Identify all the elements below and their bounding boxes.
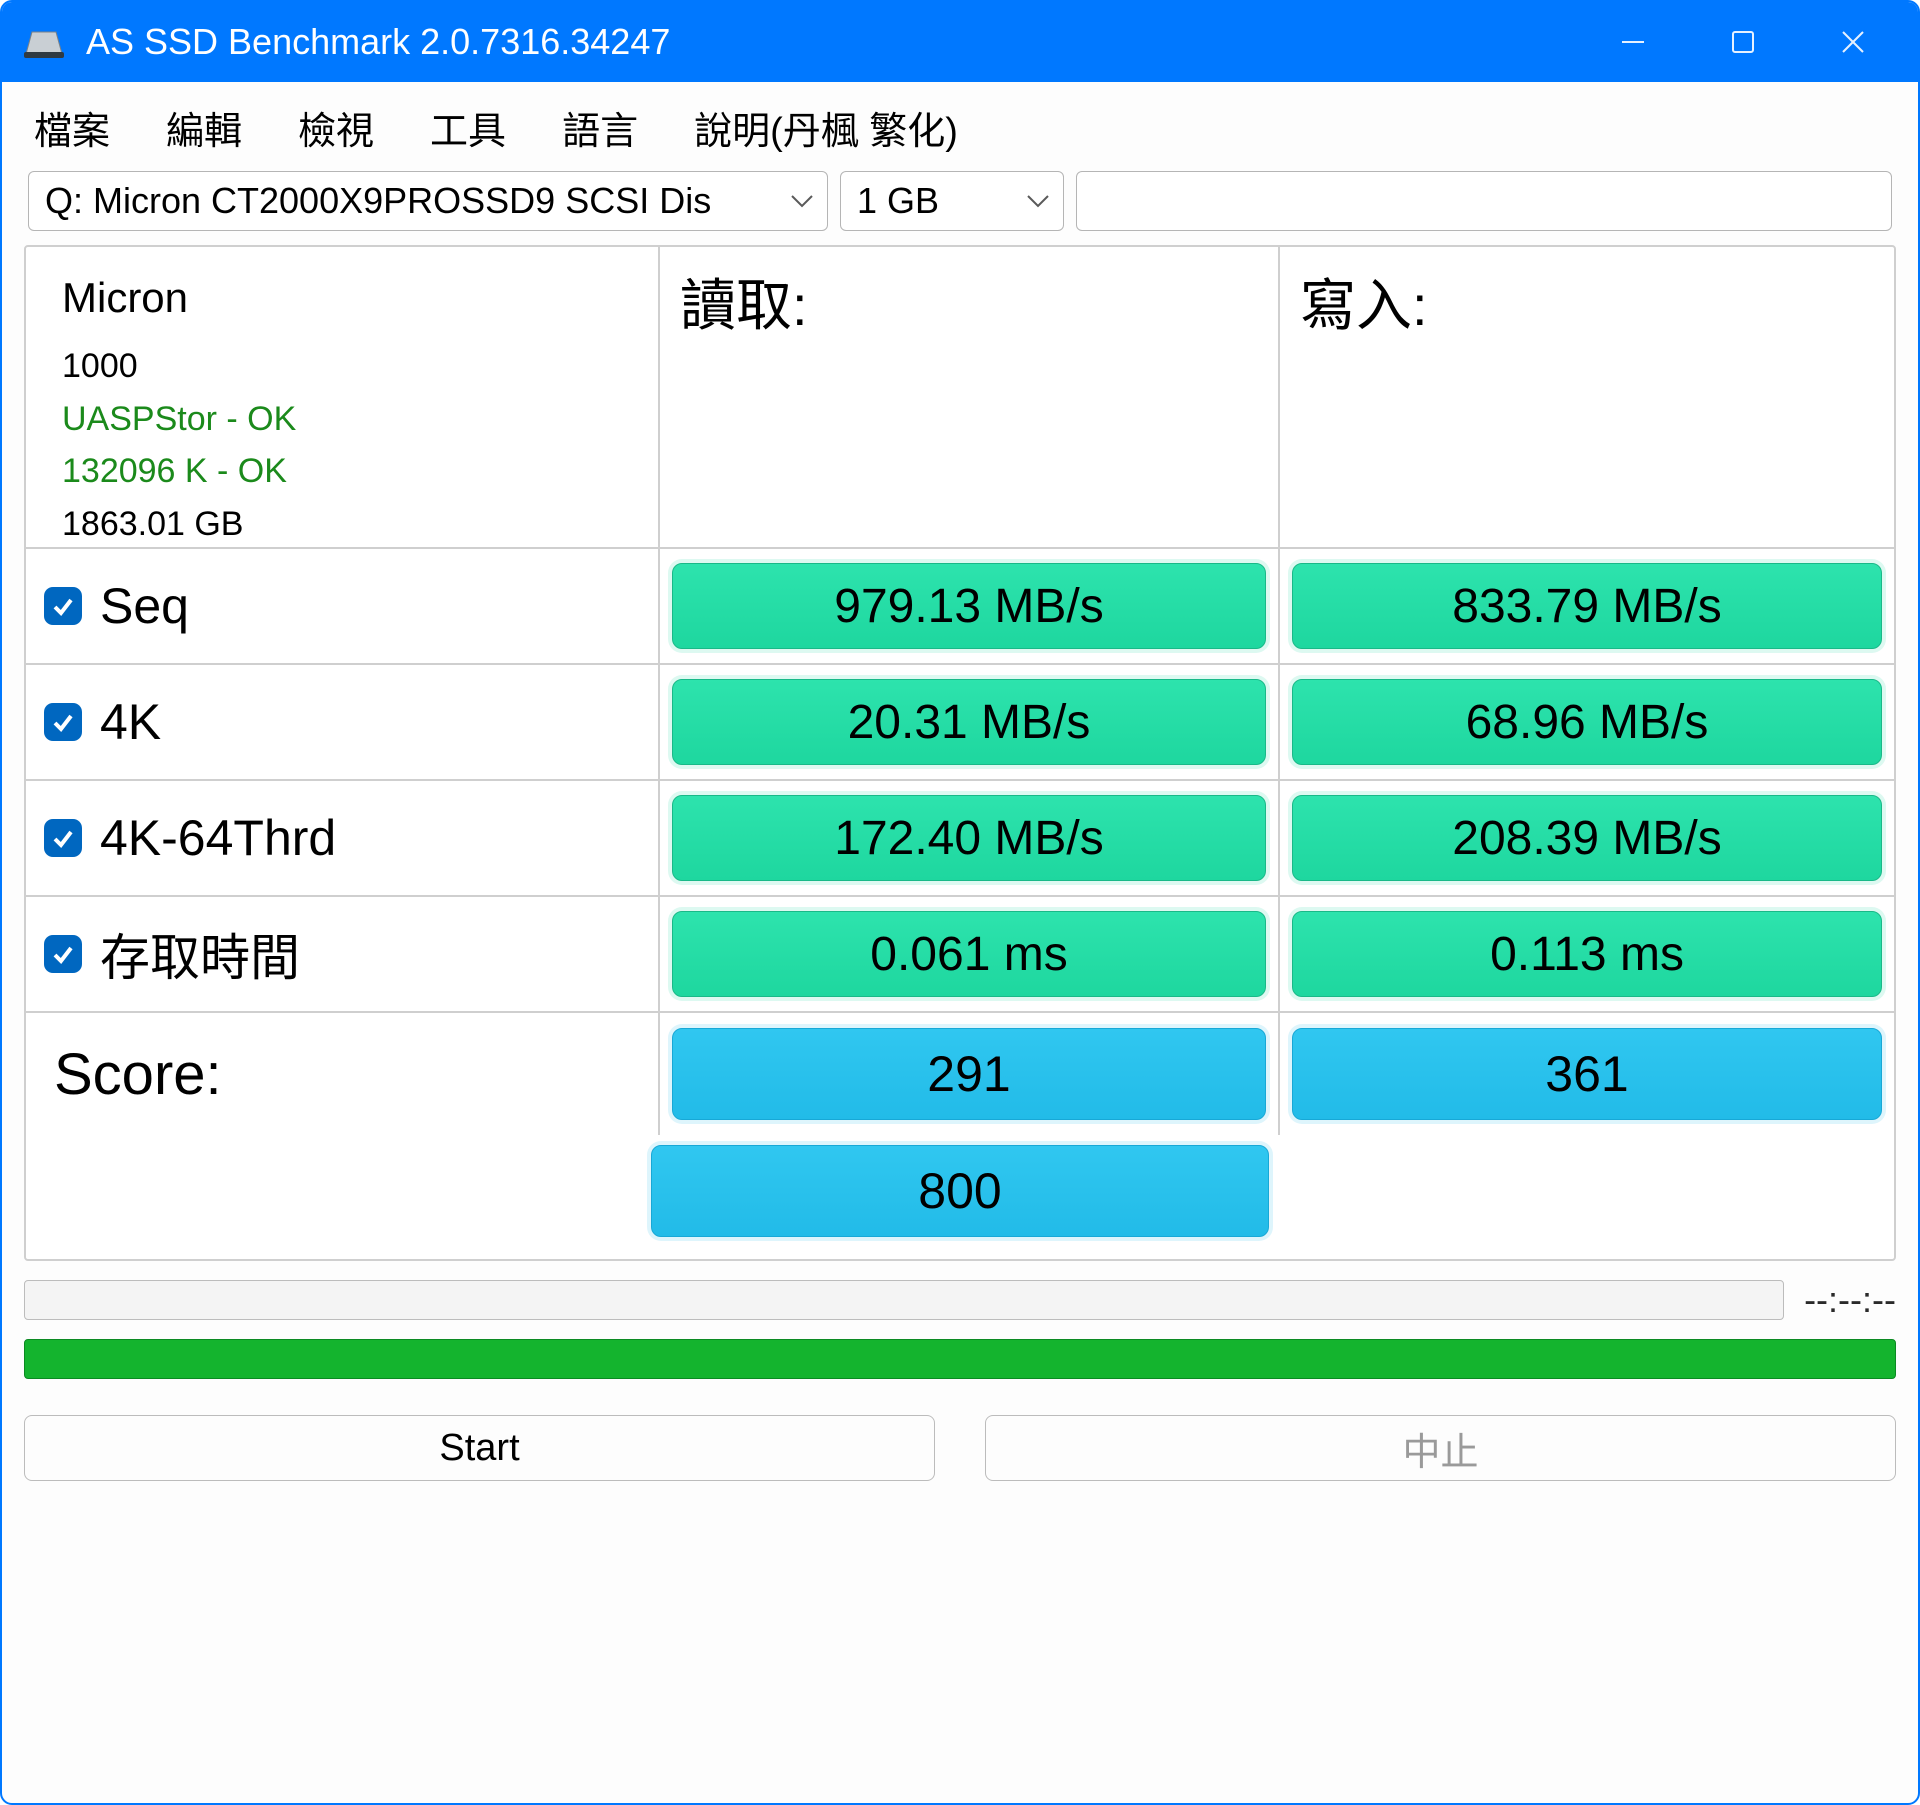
- label-seq: Seq: [100, 577, 189, 635]
- drive-info: Micron 1000 UASPStor - OK 132096 K - OK …: [26, 247, 660, 547]
- access-read: 0.061 ms: [672, 911, 1265, 997]
- maximize-button[interactable]: [1688, 2, 1798, 82]
- 4k64-read: 172.40 MB/s: [672, 795, 1265, 881]
- drive-select[interactable]: Q: Micron CT2000X9PROSSD9 SCSI Dis: [28, 171, 828, 231]
- row-access: 存取時間 0.061 ms 0.113 ms: [26, 895, 1894, 1011]
- header-write: 寫入:: [1280, 247, 1894, 547]
- checkbox-seq[interactable]: [44, 587, 82, 625]
- minimize-button[interactable]: [1578, 2, 1688, 82]
- checkbox-4k64[interactable]: [44, 819, 82, 857]
- menu-file[interactable]: 檔案: [34, 100, 110, 155]
- seq-write: 833.79 MB/s: [1292, 563, 1881, 649]
- info-capacity: 1863.01 GB: [62, 498, 243, 551]
- checkbox-access[interactable]: [44, 935, 82, 973]
- row-4k: 4K 20.31 MB/s 68.96 MB/s: [26, 663, 1894, 779]
- bottom-buttons: Start 中止: [24, 1415, 1896, 1481]
- elapsed-timer: --:--:--: [1804, 1279, 1896, 1321]
- score-total: 800: [651, 1145, 1269, 1237]
- seq-read: 979.13 MB/s: [672, 563, 1265, 649]
- size-select-value: 1 GB: [857, 180, 939, 222]
- info-row: Micron 1000 UASPStor - OK 132096 K - OK …: [26, 247, 1894, 547]
- start-button[interactable]: Start: [24, 1415, 935, 1481]
- label-access: 存取時間: [100, 918, 300, 990]
- row-score: Score: 291 361: [26, 1011, 1894, 1135]
- app-window: AS SSD Benchmark 2.0.7316.34247 檔案 編輯 檢視…: [0, 0, 1920, 1805]
- selector-row: Q: Micron CT2000X9PROSSD9 SCSI Dis 1 GB: [2, 165, 1918, 245]
- results-table: Micron 1000 UASPStor - OK 132096 K - OK …: [24, 245, 1896, 1261]
- progress-bar-complete: [24, 1339, 1896, 1379]
- drive-select-value: Q: Micron CT2000X9PROSSD9 SCSI Dis: [45, 180, 711, 222]
- info-mfr: Micron: [62, 265, 188, 330]
- 4k-read: 20.31 MB/s: [672, 679, 1265, 765]
- menu-edit[interactable]: 編輯: [166, 100, 242, 155]
- app-icon: [22, 24, 66, 60]
- abort-button[interactable]: 中止: [985, 1415, 1896, 1481]
- row-seq: Seq 979.13 MB/s 833.79 MB/s: [26, 547, 1894, 663]
- status-area: --:--:--: [24, 1279, 1896, 1321]
- blank-field: [1076, 171, 1892, 231]
- window-title: AS SSD Benchmark 2.0.7316.34247: [86, 21, 1578, 63]
- progress-bar-empty: [24, 1280, 1784, 1320]
- access-write: 0.113 ms: [1292, 911, 1881, 997]
- row-total: 800: [26, 1135, 1894, 1259]
- titlebar: AS SSD Benchmark 2.0.7316.34247: [2, 2, 1918, 82]
- info-align: 132096 K - OK: [62, 445, 287, 498]
- info-model: 1000: [62, 340, 138, 393]
- menu-tools[interactable]: 工具: [430, 100, 506, 155]
- menu-help[interactable]: 說明(丹楓 繁化): [694, 100, 958, 155]
- menu-lang[interactable]: 語言: [562, 100, 638, 155]
- 4k-write: 68.96 MB/s: [1292, 679, 1881, 765]
- score-read: 291: [672, 1028, 1265, 1120]
- header-read: 讀取:: [660, 247, 1280, 547]
- info-driver: UASPStor - OK: [62, 393, 296, 446]
- close-button[interactable]: [1798, 2, 1908, 82]
- label-4k: 4K: [100, 693, 161, 751]
- label-score: Score:: [26, 1013, 660, 1135]
- score-write: 361: [1292, 1028, 1881, 1120]
- chevron-down-icon: [1015, 192, 1051, 210]
- label-4k64: 4K-64Thrd: [100, 809, 336, 867]
- 4k64-write: 208.39 MB/s: [1292, 795, 1881, 881]
- menubar: 檔案 編輯 檢視 工具 語言 說明(丹楓 繁化): [2, 82, 1918, 165]
- menu-view[interactable]: 檢視: [298, 100, 374, 155]
- chevron-down-icon: [779, 192, 815, 210]
- size-select[interactable]: 1 GB: [840, 171, 1064, 231]
- checkbox-4k[interactable]: [44, 703, 82, 741]
- row-4k64: 4K-64Thrd 172.40 MB/s 208.39 MB/s: [26, 779, 1894, 895]
